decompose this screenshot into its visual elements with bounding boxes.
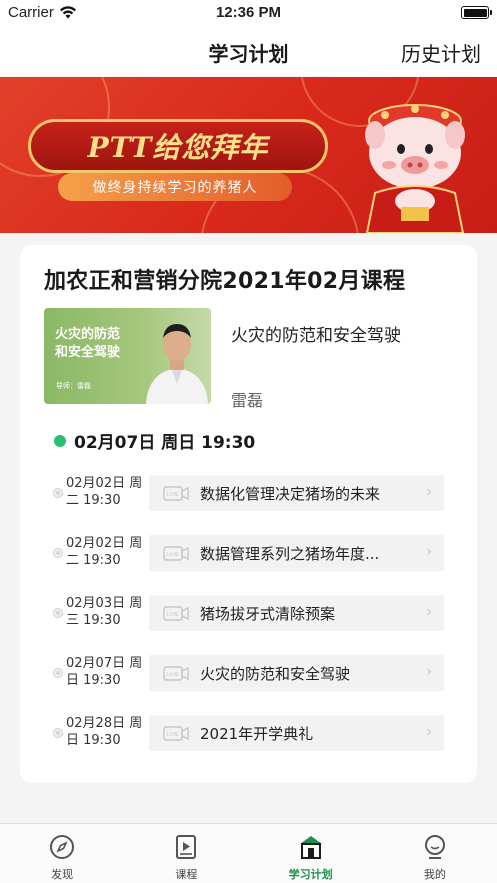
clock: 12:36 PM <box>215 4 282 21</box>
live-video-icon: LIVE <box>163 486 189 501</box>
schedule-date: 02月03日 周三 19:30 <box>66 596 143 628</box>
tab-mine-label: 我的 <box>423 868 446 881</box>
thumbnail-title-line2: 和安全驾驶 <box>55 345 121 360</box>
schedule-course-pill[interactable]: LIVE 火灾的防范和安全驾驶 › <box>149 655 444 691</box>
chevron-right-icon: › <box>426 604 432 620</box>
current-session-time: 02月07日 周日 19:30 <box>54 428 255 453</box>
schedule-course-pill[interactable]: LIVE 2021年开学典礼 › <box>149 715 444 751</box>
timeline-dot-icon <box>54 669 62 677</box>
plan-title: 加农正和营销分院2021年02月课程 <box>44 269 406 294</box>
svg-text:LIVE: LIVE <box>167 672 179 678</box>
svg-text:LIVE: LIVE <box>167 492 179 498</box>
schedule-date: 02月02日 周二 19:30 <box>66 476 143 508</box>
tab-study-plan[interactable]: 学习计划 <box>249 824 373 883</box>
nav-bar: 学习计划 历史计划 <box>0 26 497 76</box>
schedule-course-title: 2021年开学典礼 <box>200 725 314 743</box>
schedule-course-pill[interactable]: LIVE 数据管理系列之猪场年度... › <box>149 535 444 571</box>
svg-text:LIVE: LIVE <box>167 612 179 618</box>
live-video-icon: LIVE <box>163 546 189 561</box>
tab-mine[interactable]: 我的 <box>373 824 497 883</box>
featured-course-lecturer: 雷磊 <box>231 391 264 410</box>
live-video-icon: LIVE <box>163 726 189 741</box>
schedule-row[interactable]: 02月03日 周三 19:30 LIVE 猪场拔牙式清除预案 › <box>50 595 450 633</box>
video-book-icon <box>176 835 197 859</box>
thumbnail-title-line1: 火灾的防范 <box>55 327 121 342</box>
live-video-icon: LIVE <box>163 606 189 621</box>
lecturer-photo <box>146 324 208 404</box>
tab-courses-label: 课程 <box>175 868 198 881</box>
timeline-dot-icon <box>54 729 62 737</box>
tab-courses[interactable]: 课程 <box>124 824 248 883</box>
banner-headline-plaque: PTT给您拜年 <box>28 119 328 173</box>
banner-headline: PTT给您拜年 <box>87 131 269 164</box>
tab-study-plan-label: 学习计划 <box>288 868 333 881</box>
timeline-dot-icon <box>54 549 62 557</box>
svg-text:LIVE: LIVE <box>167 552 179 558</box>
plan-card: 加农正和营销分院2021年02月课程 火灾的防范 和安全驾驶 导师：雷磊 火灾的… <box>20 245 477 783</box>
timeline-dot-icon <box>54 489 62 497</box>
featured-course-thumbnail[interactable]: 火灾的防范 和安全驾驶 导师：雷磊 <box>44 308 211 404</box>
banner-slogan-box: 做终身持续学习的养猪人 <box>58 173 292 201</box>
house-plan-icon <box>299 836 322 859</box>
schedule-row[interactable]: 02月28日 周日 19:30 LIVE 2021年开学典礼 › <box>50 715 450 753</box>
chevron-right-icon: › <box>426 664 432 680</box>
schedule-course-pill[interactable]: LIVE 数据化管理决定猪场的未来 › <box>149 475 444 511</box>
schedule-course-title: 火灾的防范和安全驾驶 <box>200 665 351 683</box>
tab-discover[interactable]: 发现 <box>0 824 124 883</box>
compass-icon <box>50 835 75 859</box>
pig-mascot-icon <box>365 104 465 233</box>
schedule-date: 02月02日 周二 19:30 <box>66 536 143 568</box>
schedule-course-title: 数据管理系列之猪场年度... <box>200 545 380 563</box>
chevron-right-icon: › <box>426 484 432 500</box>
thumbnail-title: 火灾的防范 和安全驾驶 <box>55 326 120 362</box>
live-video-icon: LIVE <box>163 666 189 681</box>
schedule-course-title: 数据化管理决定猪场的未来 <box>200 485 381 503</box>
tab-discover-label: 发现 <box>51 868 74 881</box>
live-dot-icon <box>54 434 66 447</box>
promo-banner[interactable]: PTT给您拜年 做终身持续学习的养猪人 <box>0 77 497 233</box>
schedule-date: 02月28日 周日 19:30 <box>66 716 143 748</box>
thumbnail-lecturer: 导师：雷磊 <box>56 382 91 390</box>
schedule-course-title: 猪场拔牙式清除预案 <box>200 605 336 623</box>
profile-icon <box>424 835 445 859</box>
svg-text:LIVE: LIVE <box>167 732 179 738</box>
schedule-date: 02月07日 周日 19:30 <box>66 656 143 688</box>
current-session-time-label: 02月07日 周日 19:30 <box>74 433 256 453</box>
schedule-course-pill[interactable]: LIVE 猪场拔牙式清除预案 › <box>149 595 444 631</box>
history-plan-button[interactable]: 历史计划 <box>401 38 481 67</box>
featured-course-title[interactable]: 火灾的防范和安全驾驶 <box>231 321 401 346</box>
schedule-row[interactable]: 02月02日 周二 19:30 LIVE 数据管理系列之猪场年度... › <box>50 535 450 573</box>
chevron-right-icon: › <box>426 724 432 740</box>
tab-bar: 发现 课程 学习计划 我的 <box>0 823 497 883</box>
schedule-row[interactable]: 02月07日 周日 19:30 LIVE 火灾的防范和安全驾驶 › <box>50 655 450 693</box>
battery-icon <box>461 6 492 19</box>
chevron-right-icon: › <box>426 544 432 560</box>
schedule-row[interactable]: 02月02日 周二 19:30 LIVE 数据化管理决定猪场的未来 › <box>50 475 450 513</box>
status-bar: Carrier 12:36 PM <box>0 0 497 26</box>
banner-slogan: 做终身持续学习的养猪人 <box>92 180 258 196</box>
timeline-dot-icon <box>54 609 62 617</box>
